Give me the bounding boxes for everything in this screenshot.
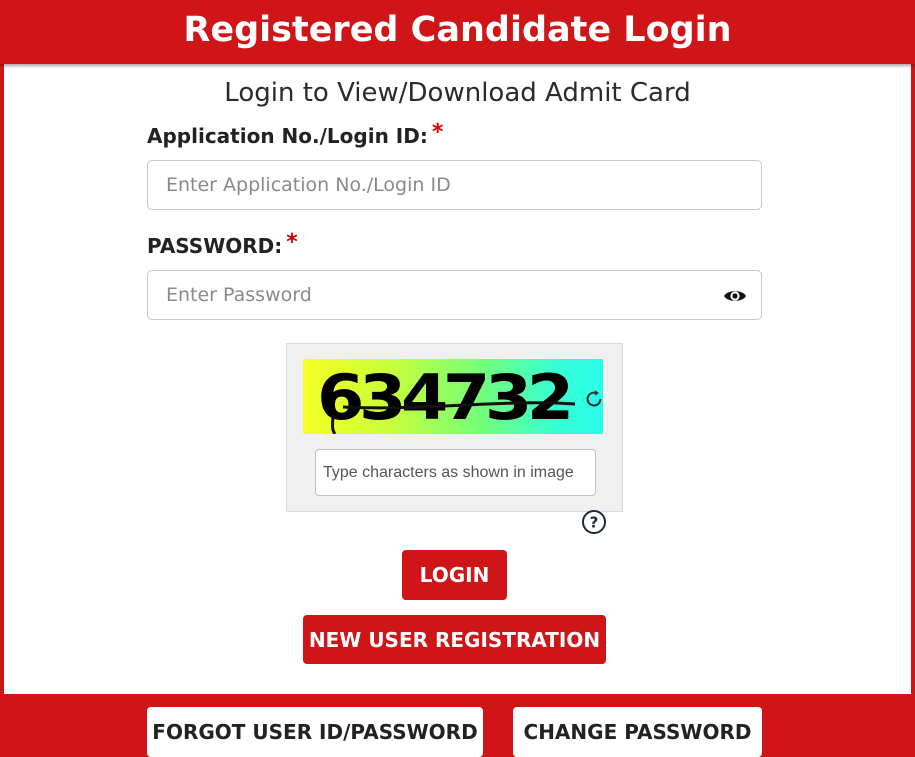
forgot-credentials-button[interactable]: FORGOT USER ID/PASSWORD	[147, 707, 483, 757]
password-input[interactable]	[148, 271, 706, 319]
required-marker: *	[431, 120, 444, 145]
help-icon[interactable]: ?	[581, 509, 607, 535]
login-id-field[interactable]	[147, 160, 762, 210]
captcha-image: 634732	[303, 359, 603, 434]
login-button[interactable]: LOGIN	[402, 550, 507, 600]
eye-icon[interactable]	[723, 284, 747, 308]
page-title: Registered Candidate Login	[183, 10, 732, 50]
password-label: PASSWORD: *	[147, 230, 298, 259]
page-header: Registered Candidate Login	[0, 0, 915, 64]
captcha-box: 634732	[286, 343, 623, 512]
refresh-icon[interactable]	[583, 388, 605, 410]
required-marker: *	[286, 230, 298, 255]
login-id-input[interactable]	[148, 161, 706, 209]
svg-text:?: ?	[590, 514, 599, 532]
change-password-button[interactable]: CHANGE PASSWORD	[513, 707, 762, 757]
login-id-label: Application No./Login ID: *	[147, 120, 443, 149]
captcha-input[interactable]	[316, 450, 593, 495]
login-id-label-text: Application No./Login ID:	[147, 124, 428, 148]
form-subtitle: Login to View/Download Admit Card	[224, 78, 691, 108]
captcha-noise-lines	[331, 401, 576, 434]
password-field[interactable]	[147, 270, 762, 320]
captcha-field[interactable]	[315, 449, 596, 496]
password-label-text: PASSWORD:	[147, 234, 283, 258]
new-user-registration-button[interactable]: NEW USER REGISTRATION	[303, 615, 606, 664]
